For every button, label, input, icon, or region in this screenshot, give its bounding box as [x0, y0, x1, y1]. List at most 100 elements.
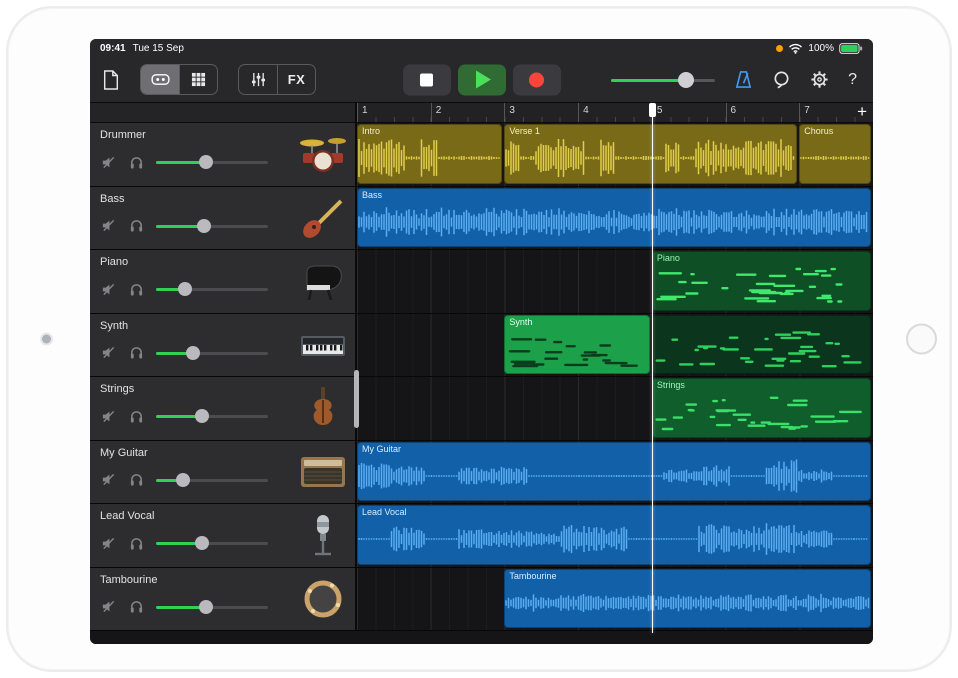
track-controls [100, 154, 268, 170]
track-volume-knob[interactable] [197, 219, 211, 233]
track-volume-slider[interactable] [156, 408, 268, 424]
track-header[interactable]: My Guitar [90, 441, 357, 504]
song-browser-button[interactable] [102, 70, 120, 90]
mute-button[interactable] [100, 154, 116, 170]
live-loops-button[interactable] [179, 65, 217, 94]
region-tambourine[interactable]: Tambourine [504, 569, 871, 629]
battery-percent: 100% [808, 43, 834, 54]
track-volume-knob[interactable] [186, 346, 200, 360]
track-volume-knob[interactable] [199, 600, 213, 614]
loop-browser-button[interactable] [772, 70, 791, 89]
status-date: Tue 15 Sep [133, 43, 184, 54]
region-strings[interactable]: Strings [652, 378, 871, 438]
track-name: Strings [100, 383, 134, 395]
mute-button[interactable] [100, 218, 116, 234]
ruler-bar-6[interactable]: 6 [726, 103, 800, 122]
master-volume-slider[interactable] [611, 71, 715, 89]
mute-button[interactable] [100, 599, 116, 615]
track-volume-knob[interactable] [176, 473, 190, 487]
region-bass[interactable]: Bass [357, 188, 871, 248]
track-volume-slider[interactable] [156, 281, 268, 297]
track-header[interactable]: Piano [90, 250, 357, 313]
region-synth[interactable] [652, 315, 871, 375]
bar-number: 2 [436, 105, 442, 116]
track-lane[interactable]: Strings [357, 377, 873, 440]
headphones-button[interactable] [128, 218, 144, 234]
region-my-guitar[interactable]: My Guitar [357, 442, 871, 502]
add-bars-button[interactable]: + [857, 102, 867, 122]
track-controls [100, 345, 268, 361]
ruler-bar-2[interactable]: 2 [431, 103, 505, 122]
track-header[interactable]: Lead Vocal [90, 504, 357, 567]
track-volume-knob[interactable] [199, 155, 213, 169]
playhead[interactable] [652, 103, 654, 633]
region-intro[interactable]: Intro [357, 124, 502, 184]
ruler-bar-4[interactable]: 4 [578, 103, 652, 122]
track-lane[interactable]: Lead Vocal [357, 504, 873, 567]
track-lane[interactable]: Piano [357, 250, 873, 313]
track-header[interactable]: Tambourine [90, 568, 357, 631]
headphones-button[interactable] [128, 472, 144, 488]
speaker-mute-icon [101, 409, 116, 424]
track-header[interactable]: Drummer [90, 123, 357, 186]
track-volume-knob[interactable] [195, 536, 209, 550]
status-time: 09:41 [100, 43, 126, 54]
record-button[interactable] [513, 64, 561, 95]
headphones-button[interactable] [128, 408, 144, 424]
mute-button[interactable] [100, 345, 116, 361]
view-toggle-group [140, 64, 218, 95]
region-chorus[interactable]: Chorus [799, 124, 871, 184]
track-header[interactable]: Strings [90, 377, 357, 440]
track-volume-knob[interactable] [178, 282, 192, 296]
track-volume-slider[interactable] [156, 154, 268, 170]
track-volume-slider[interactable] [156, 599, 268, 615]
region-synth[interactable]: Synth [504, 315, 649, 375]
track-volume-slider[interactable] [156, 472, 268, 488]
track-lane[interactable]: IntroVerse 1Chorus [357, 123, 873, 186]
metronome-button[interactable] [734, 70, 753, 89]
ruler-bar-5[interactable]: 5 [652, 103, 726, 122]
region-verse-1[interactable]: Verse 1 [504, 124, 797, 184]
track-lane[interactable]: Tambourine [357, 568, 873, 631]
status-icons: 100% [776, 43, 863, 54]
headphones-button[interactable] [128, 535, 144, 551]
track-header[interactable]: Synth [90, 314, 357, 377]
track-volume-slider[interactable] [156, 535, 268, 551]
ruler-bar-1[interactable]: 1 [357, 103, 431, 122]
mute-button[interactable] [100, 281, 116, 297]
settings-button[interactable] [810, 70, 829, 89]
stop-button[interactable] [403, 64, 451, 95]
header-divider-handle[interactable] [354, 370, 359, 428]
track-row-tambourine: Tambourine Ta [90, 568, 873, 632]
home-button[interactable] [906, 324, 937, 355]
play-button[interactable] [458, 64, 506, 95]
track-lane[interactable]: My Guitar [357, 441, 873, 504]
mute-button[interactable] [100, 472, 116, 488]
headphones-button[interactable] [128, 599, 144, 615]
mute-button[interactable] [100, 408, 116, 424]
tracks-view-button[interactable] [141, 65, 179, 94]
track-lane[interactable]: Bass [357, 187, 873, 250]
track-volume-slider[interactable] [156, 345, 268, 361]
region-piano[interactable]: Piano [652, 251, 871, 311]
track-header[interactable]: Bass [90, 187, 357, 250]
track-row-bass: Bass Bass [90, 187, 873, 251]
mixer-button[interactable] [239, 65, 277, 94]
ruler-bar-3[interactable]: 3 [504, 103, 578, 122]
track-row-lead-vocal: Lead Vocal Le [90, 504, 873, 568]
fx-button[interactable]: FX [277, 65, 315, 94]
region-lead-vocal[interactable]: Lead Vocal [357, 505, 871, 565]
playhead-handle[interactable] [649, 103, 656, 117]
track-volume-slider[interactable] [156, 218, 268, 234]
timeline-ruler[interactable]: 1234567 + [90, 103, 873, 123]
help-button[interactable]: ? [848, 71, 857, 89]
headphones-button[interactable] [128, 345, 144, 361]
headphones-button[interactable] [128, 154, 144, 170]
mute-button[interactable] [100, 535, 116, 551]
track-volume-knob[interactable] [195, 409, 209, 423]
master-volume-knob[interactable] [678, 72, 694, 88]
speaker-mute-icon [101, 536, 116, 551]
headphones-button[interactable] [128, 281, 144, 297]
midi-notes [652, 327, 871, 373]
track-lane[interactable]: Synth [357, 314, 873, 377]
